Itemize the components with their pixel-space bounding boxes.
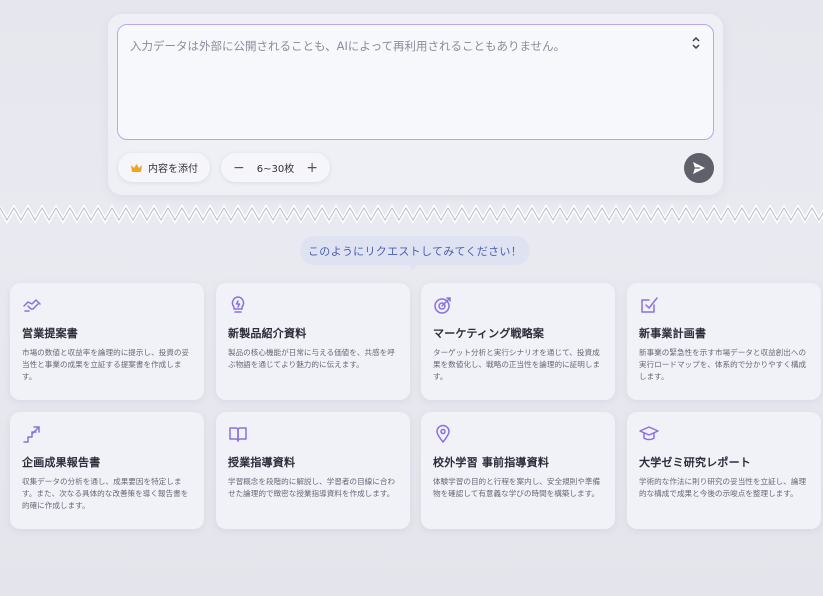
checklist-icon xyxy=(641,297,658,313)
template-card-new-product[interactable]: 新製品紹介資料 製品の核心機能が日常に与える価値を、共感を呼ぶ物語を通じてより魅… xyxy=(216,283,410,400)
card-description: 体験学習の目的と行程を案内し、安全規則や準備物を確認して有意義な学びの時間を構築… xyxy=(433,477,601,498)
growth-steps-icon xyxy=(23,426,40,443)
card-description: 学術的な作法に則り研究の妥当性を立証し、論理的な構成で成果と今後の示唆点を整理し… xyxy=(639,477,807,498)
card-title: 営業提案書 xyxy=(22,327,78,340)
template-card-field-trip[interactable]: 校外学習 事前指導資料 体験学習の目的と行程を案内し、安全規則や準備物を確認して… xyxy=(421,412,615,529)
crown-icon xyxy=(131,163,142,172)
lightbulb-icon xyxy=(231,296,245,313)
page-count-value: 6~30枚 xyxy=(256,164,295,175)
template-card-seminar-report[interactable]: 大学ゼミ研究レポート 学術的な作法に則り研究の妥当性を立証し、論理的な構成で成果… xyxy=(627,412,821,529)
attach-content-button[interactable]: 内容を添付 xyxy=(118,153,210,182)
card-description: 市場の数値と収益率を論理的に提示し、投資の妥当性と事業の成果を立証する提案書を作… xyxy=(22,348,190,381)
expand-toggle-icon[interactable] xyxy=(689,34,703,52)
decrease-pages-button[interactable]: − xyxy=(233,161,245,175)
open-book-icon xyxy=(229,427,247,442)
request-hint-tail xyxy=(408,264,418,270)
zigzag-divider xyxy=(0,204,823,224)
card-title: 企画成果報告書 xyxy=(22,456,101,469)
card-description: 製品の核心機能が日常に与える価値を、共感を呼ぶ物語を通じてより魅力的に伝えます。 xyxy=(228,348,395,369)
template-card-results-report[interactable]: 企画成果報告書 収集データの分析を通し、成果要因を特定します。また、次なる具体的… xyxy=(10,412,204,529)
template-card-marketing-strategy[interactable]: マーケティング戦略案 ターゲット分析と実行シナリオを通じて、投資成果を数値化し、… xyxy=(421,283,615,400)
card-description: 収集データの分析を通し、成果要因を特定します。また、次なる具体的な改善策を導く報… xyxy=(22,477,189,510)
template-card-business-plan[interactable]: 新事業計画書 新事業の緊急性を示す市場データと収益創出への実行ロードマップを、体… xyxy=(627,283,821,400)
attach-content-label: 内容を添付 xyxy=(148,164,198,175)
request-hint-pill: このようにリクエストしてみてください！ xyxy=(300,236,530,265)
card-title: 新事業計画書 xyxy=(639,327,707,340)
card-title: 新製品紹介資料 xyxy=(228,327,307,340)
target-icon xyxy=(434,297,451,314)
page-count-stepper: − 6~30枚 + xyxy=(221,153,330,182)
card-title: 授業指導資料 xyxy=(228,456,296,469)
card-description: ターゲット分析と実行シナリオを通じて、投資成果を数値化し、戦略の正当性を論理的に… xyxy=(433,348,601,381)
template-card-sales-proposal[interactable]: 営業提案書 市場の数値と収益率を論理的に提示し、投資の妥当性と事業の成果を立証す… xyxy=(10,283,204,400)
send-icon xyxy=(693,162,705,174)
request-hint-text: このようにリクエストしてみてください！ xyxy=(307,244,523,258)
card-description: 学習概念を段階的に解説し、学習者の目線に合わせた論理的で緻密な授業指導資料を作成… xyxy=(228,477,396,498)
prompt-composer: 内容を添付 − 6~30枚 + xyxy=(108,14,723,195)
prompt-box xyxy=(117,24,714,140)
increase-pages-button[interactable]: + xyxy=(306,161,318,175)
location-pin-icon xyxy=(436,424,450,443)
graduation-cap-icon xyxy=(639,426,659,441)
card-description: 新事業の緊急性を示す市場データと収益創出への実行ロードマップを、体系的で分かりや… xyxy=(639,348,807,381)
card-title: 大学ゼミ研究レポート xyxy=(639,456,751,469)
card-title: マーケティング戦略案 xyxy=(433,327,545,340)
handshake-icon xyxy=(23,299,41,312)
send-button[interactable] xyxy=(684,153,714,183)
prompt-input[interactable] xyxy=(118,25,713,139)
card-title: 校外学習 事前指導資料 xyxy=(433,456,550,469)
template-card-lesson-material[interactable]: 授業指導資料 学習概念を段階的に解説し、学習者の目線に合わせた論理的で緻密な授業… xyxy=(216,412,410,529)
